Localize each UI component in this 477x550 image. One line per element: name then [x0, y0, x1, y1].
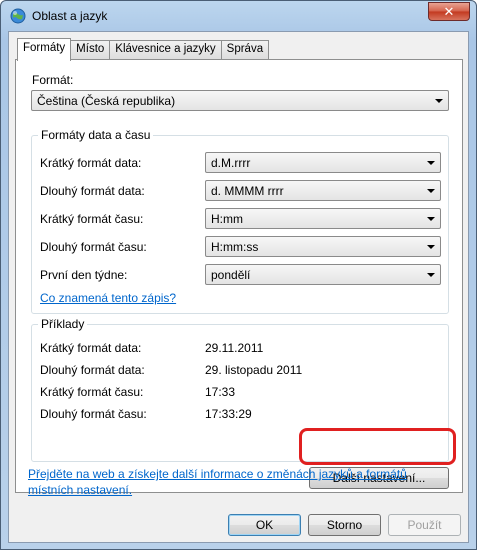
tab-strip: Formáty Místo Klávesnice a jazyky Správa [17, 38, 270, 61]
example-long-date-value: 29. listopadu 2011 [205, 363, 303, 377]
example-short-date-value: 29.11.2011 [205, 341, 264, 355]
long-date-select[interactable]: d. MMMM rrrr [205, 180, 441, 201]
format-label: Formát: [32, 73, 74, 87]
chevron-down-icon [427, 273, 435, 277]
format-help-link[interactable]: Co znamená tento zápis? [40, 291, 176, 305]
first-day-label: První den týdne: [40, 268, 128, 282]
dialog-window: Oblast a jazyk ✕ Formáty Místo Klávesnic… [0, 0, 477, 550]
first-day-select[interactable]: pondělí [205, 264, 441, 285]
chevron-down-icon [435, 99, 443, 103]
title-bar[interactable]: Oblast a jazyk ✕ [1, 1, 476, 31]
long-date-value: d. MMMM rrrr [211, 184, 284, 198]
example-short-time-label: Krátký formát času: [40, 385, 144, 399]
short-time-label: Krátký formát času: [40, 212, 144, 226]
long-date-label: Dlouhý formát data: [40, 184, 145, 198]
short-date-select[interactable]: d.M.rrrr [205, 152, 441, 173]
chevron-down-icon [427, 245, 435, 249]
tab-formaty[interactable]: Formáty [17, 38, 72, 61]
example-short-date-label: Krátký formát data: [40, 341, 142, 355]
short-date-label: Krátký formát data: [40, 156, 142, 170]
globe-icon [10, 8, 26, 24]
long-time-value: H:mm:ss [211, 240, 259, 254]
apply-button[interactable]: Použít [388, 514, 461, 536]
example-short-time-value: 17:33 [205, 385, 236, 399]
short-date-value: d.M.rrrr [211, 156, 251, 170]
example-long-date-label: Dlouhý formát data: [40, 363, 145, 377]
chevron-down-icon [427, 217, 435, 221]
example-long-time-label: Dlouhý formát času: [40, 407, 147, 421]
dialog-client-area: Formáty Místo Klávesnice a jazyky Správa… [8, 31, 469, 543]
window-title: Oblast a jazyk [32, 9, 108, 23]
chevron-down-icon [427, 189, 435, 193]
short-time-select[interactable]: H:mm [205, 208, 441, 229]
datetime-formats-group: Formáty data a času Krátký formát data: … [31, 128, 449, 314]
ok-button[interactable]: OK [228, 514, 301, 536]
tab-sprava[interactable]: Správa [220, 40, 270, 60]
tab-klavesnice[interactable]: Klávesnice a jazyky [109, 40, 222, 60]
datetime-group-legend: Formáty data a času [38, 128, 154, 142]
annotation-highlight [299, 428, 456, 465]
close-button[interactable]: ✕ [428, 2, 470, 21]
short-time-value: H:mm [211, 212, 243, 226]
format-select-value: Čeština (Česká republika) [37, 94, 176, 108]
tab-misto[interactable]: Místo [70, 40, 111, 60]
cancel-button[interactable]: Storno [308, 514, 381, 536]
chevron-down-icon [427, 161, 435, 165]
example-long-time-value: 17:33:29 [205, 407, 252, 421]
first-day-value: pondělí [211, 268, 251, 282]
examples-group-legend: Příklady [38, 317, 88, 331]
long-time-label: Dlouhý formát času: [40, 240, 147, 254]
long-time-select[interactable]: H:mm:ss [205, 236, 441, 257]
format-select[interactable]: Čeština (Česká republika) [31, 90, 449, 111]
close-icon: ✕ [443, 3, 455, 19]
learn-more-link[interactable]: Přejděte na web a získejte další informa… [28, 466, 438, 498]
